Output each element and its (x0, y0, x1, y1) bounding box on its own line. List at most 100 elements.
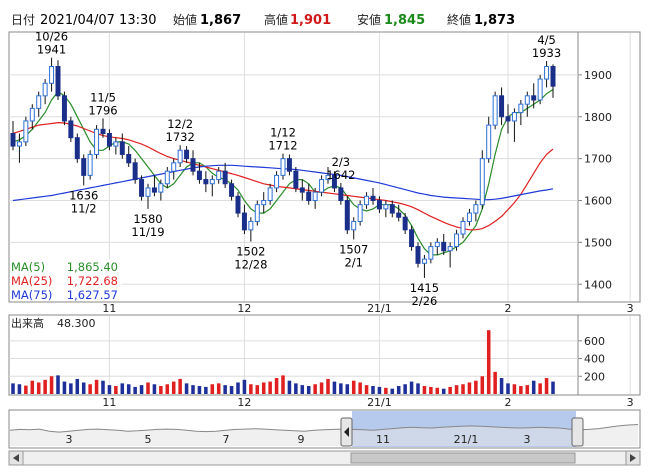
navigator-date-tick: 3 (66, 433, 73, 446)
candle (74, 133, 80, 163)
volume-date-tick: 21/1 (367, 396, 392, 409)
candle-body-up (248, 220, 254, 231)
high-label: 高値 (264, 12, 288, 27)
volume-date-tick: 2 (505, 396, 512, 409)
candle-body-down (241, 212, 247, 231)
volume-bar (24, 385, 28, 394)
volume-bar (358, 382, 362, 394)
candle (55, 60, 61, 100)
candle-body-down (55, 66, 61, 97)
candle-body-up (479, 158, 485, 206)
horizontal-scrollbar[interactable] (8, 450, 641, 466)
volume-bar (159, 386, 163, 394)
price-date-axis: 111221/1234 (102, 302, 633, 315)
candle-body-down (139, 179, 145, 197)
chart-window: 日付 2021/04/07 13:30 始値 1,867 高値 1,901 安値… (0, 0, 653, 470)
price-tick-label: 1800 (584, 111, 612, 124)
volume-bar (364, 385, 369, 394)
volume-bar (512, 384, 517, 394)
candle-body-down (151, 187, 157, 193)
navigator-right-handle[interactable] (571, 417, 584, 447)
candle-body-up (164, 170, 170, 185)
volume-bar (493, 371, 497, 394)
price-tick-label: 1700 (584, 153, 612, 166)
volume-bar (229, 386, 234, 394)
volume-bar (287, 380, 292, 394)
candle-body-down (132, 162, 138, 181)
annotation-label: 1642 (326, 168, 355, 182)
volume-bar (139, 385, 144, 394)
volume-bar (75, 378, 80, 394)
navigator-date-tick: 9 (298, 433, 305, 446)
price-tick-label: 1600 (584, 195, 612, 208)
candle (357, 200, 363, 226)
candle-body-up (518, 103, 524, 114)
volume-bar (56, 375, 60, 394)
candle (61, 91, 67, 126)
ma-legend: MA(5) 1,865.40 MA(25) 1,722.68 MA(75) 1,… (10, 259, 122, 302)
candle-body-down (196, 170, 202, 181)
candle-body-up (216, 170, 222, 181)
volume-bar (152, 384, 157, 394)
candle-body-up (261, 200, 267, 206)
volume-bar (409, 381, 414, 394)
volume-date-tick: 3 (627, 396, 634, 409)
volume-date-axis: 111221/1234 (102, 396, 634, 409)
annotation-label: 1796 (88, 103, 117, 117)
low-label: 安値 (357, 12, 381, 27)
candle-body-down (499, 95, 505, 118)
volume-bar (281, 375, 285, 394)
candle-body-up (23, 120, 29, 143)
volume-bar (429, 386, 433, 394)
volume-bar (300, 385, 305, 394)
navigator-date-tick: 5 (145, 433, 152, 446)
annotation-label: 4/5 (537, 33, 556, 47)
candle-body-up (36, 95, 42, 109)
annotation-label: 2/3 (332, 155, 351, 169)
ma25-name: MA(25) (11, 274, 52, 288)
volume-bar (36, 382, 41, 394)
volume-bar (120, 383, 125, 394)
candle-body-down (441, 241, 447, 252)
price-date-tick: 21/1 (367, 302, 392, 315)
volume-bar (197, 386, 202, 394)
candle-body-down (190, 158, 196, 172)
annotation-label: 2/1 (344, 255, 363, 269)
candle-body-up (447, 246, 453, 252)
open-label: 始値 (173, 12, 197, 27)
candle (87, 150, 93, 180)
volume-tick-label: 600 (584, 335, 605, 348)
candle-body-down (376, 200, 382, 210)
price-date-tick: 2 (505, 302, 512, 315)
ma75-name: MA(75) (11, 288, 52, 302)
close-value: 1,873 (474, 13, 515, 28)
volume-tick-label: 400 (584, 353, 605, 366)
candle-body-up (511, 112, 517, 122)
candle-body-up (428, 246, 434, 260)
scroll-thumb[interactable] (350, 452, 576, 464)
annotation-label: 1502 (236, 245, 265, 259)
volume-bar (94, 379, 99, 394)
candle-body-down (505, 116, 511, 122)
candle-body-down (74, 137, 80, 160)
annotation-label: 1507 (339, 242, 368, 256)
volume-bar (114, 386, 118, 394)
navigator-left-handle[interactable] (340, 417, 353, 447)
volume-bar (101, 380, 105, 394)
volume-label: 出来高 (11, 316, 44, 330)
volume-bar (480, 376, 485, 394)
candle-body-up (87, 153, 93, 176)
date-label: 日付 (11, 13, 35, 27)
ohlc-header: 日付 2021/04/07 13:30 始値 1,867 高値 1,901 安値… (11, 12, 515, 28)
volume-bar (11, 383, 15, 394)
volume-bar (332, 381, 337, 394)
volume-bar (499, 378, 504, 394)
candle-body-up (42, 82, 48, 97)
volume-bar (416, 383, 420, 394)
price-tick-label: 1900 (584, 69, 612, 82)
candle-body-down (370, 195, 376, 201)
candle (235, 192, 241, 218)
candle (344, 196, 350, 234)
volume-bar (43, 379, 47, 394)
annotation-label: 1933 (532, 46, 561, 60)
